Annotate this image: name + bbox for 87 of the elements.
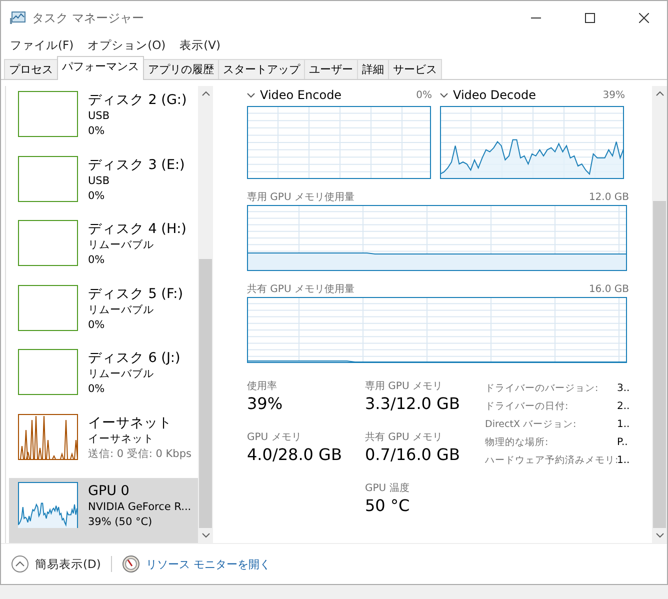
- sidebar-item[interactable]: イーサネット イーサネット 送信: 0 受信: 0 Kbps: [6, 414, 198, 478]
- tab[interactable]: サービス: [388, 59, 442, 79]
- gpu-graph-icon: [18, 482, 78, 528]
- item-value: 0%: [88, 188, 106, 204]
- scroll-down-icon[interactable]: [656, 533, 664, 538]
- stat-value: 39%: [247, 393, 283, 415]
- collapse-icon: [11, 555, 29, 573]
- chevron-icon[interactable]: [440, 92, 448, 98]
- stat-value: 0.7/16.0 GB: [365, 444, 460, 466]
- item-value: 39% (50 °C): [88, 515, 154, 530]
- item-title: GPU 0: [88, 482, 130, 500]
- sidebar-item[interactable]: ディスク 4 (H:) リムーバブル 0%: [6, 220, 198, 285]
- fewer-details-button[interactable]: 簡易表示(D): [11, 555, 101, 573]
- graph-max: 16.0 GB: [588, 284, 629, 294]
- engine-label[interactable]: Video Encode: [260, 88, 342, 102]
- stat-label: 共有 GPU メモリ: [365, 430, 442, 444]
- scroll-down-icon[interactable]: [202, 533, 210, 538]
- scrollbar[interactable]: [652, 86, 667, 543]
- chevron-icon[interactable]: [247, 92, 255, 98]
- item-title: ディスク 5 (F:): [88, 284, 183, 303]
- item-title: イーサネット: [88, 414, 173, 432]
- stat-label: 専用 GPU メモリ: [365, 380, 442, 393]
- sidebar-item[interactable]: GPU 0 NVIDIA GeForce R... 39% (50 °C): [9, 478, 198, 543]
- tab[interactable]: プロセス: [4, 59, 58, 79]
- item-value: 0%: [88, 382, 106, 398]
- detail-label: ドライバーのバージョン:: [485, 382, 600, 394]
- disk-graph-icon: [18, 349, 78, 396]
- detail-label: DirectX バージョン:: [485, 418, 578, 430]
- detail-label: 物理的な場所:: [485, 436, 550, 448]
- tab[interactable]: 詳細: [357, 59, 389, 79]
- item-title: ディスク 2 (G:): [88, 91, 187, 109]
- sidebar-item[interactable]: ディスク 2 (G:) USB 0%: [6, 91, 198, 156]
- engine-value: 0%: [416, 90, 432, 100]
- item-title: ディスク 4 (H:): [88, 220, 186, 238]
- disk-graph-icon: [18, 284, 78, 331]
- detail-value: 2..: [617, 400, 630, 412]
- item-title: ディスク 6 (J:): [88, 349, 180, 368]
- window-title: タスク マネージャー: [32, 10, 144, 26]
- item-value: 0%: [88, 124, 106, 139]
- detail-label: ハードウェア予約済みメモリ:: [485, 454, 617, 466]
- item-subtitle: USB: [88, 174, 111, 189]
- disk-graph-icon: [18, 220, 78, 266]
- item-value: 送信: 0 受信: 0 Kbps: [88, 446, 192, 462]
- tab[interactable]: スタートアップ: [218, 59, 305, 79]
- tab[interactable]: パフォーマンス: [57, 56, 144, 80]
- item-subtitle: イーサネット: [88, 432, 155, 447]
- scroll-up-icon[interactable]: [202, 91, 210, 96]
- item-subtitle: NVIDIA GeForce R...: [88, 500, 192, 516]
- item-subtitle: USB: [88, 109, 111, 124]
- item-value: 0%: [88, 253, 106, 268]
- tab[interactable]: ユーザー: [304, 59, 358, 79]
- stat-label: GPU 温度: [365, 482, 410, 495]
- disk-graph-icon: [18, 91, 78, 137]
- menu-item[interactable]: オプション(O): [88, 38, 166, 52]
- stat-value: 3.3/12.0 GB: [365, 393, 460, 415]
- resource-monitor-link[interactable]: リソース モニターを開く: [146, 556, 270, 572]
- tab[interactable]: アプリの履歴: [143, 59, 219, 79]
- item-subtitle: リムーバブル: [88, 302, 155, 318]
- network-graph-icon: [18, 414, 78, 460]
- detail-label: ドライバーの日付:: [485, 400, 570, 412]
- item-title: ディスク 3 (E:): [88, 156, 185, 174]
- sidebar-item[interactable]: ディスク 5 (F:) リムーバブル 0%: [6, 284, 198, 350]
- scroll-up-icon[interactable]: [656, 91, 664, 96]
- graph-max: 12.0 GB: [588, 192, 629, 202]
- item-subtitle: リムーバブル: [88, 367, 155, 382]
- app-icon: [10, 11, 26, 25]
- item-value: 0%: [88, 318, 106, 333]
- stat-label: GPU メモリ: [247, 431, 302, 444]
- graph-label: 専用 GPU メモリ使用量: [247, 190, 354, 204]
- stat-value: 4.0/28.0 GB: [247, 444, 342, 466]
- stat-value: 50 °C: [365, 495, 410, 517]
- detail-value: 1..: [617, 418, 630, 430]
- detail-value: 1..: [617, 454, 630, 466]
- disk-graph-icon: [18, 156, 78, 202]
- sidebar-item[interactable]: ディスク 6 (J:) リムーバブル 0%: [6, 349, 198, 414]
- detail-value: P..: [617, 436, 628, 448]
- item-subtitle: リムーバブル: [88, 238, 155, 254]
- engine-label[interactable]: Video Decode: [453, 88, 536, 102]
- scrollbar[interactable]: [198, 86, 213, 543]
- gauge-icon: [122, 555, 140, 573]
- sidebar-item[interactable]: ディスク 3 (E:) USB 0%: [6, 156, 198, 220]
- menu-item[interactable]: ファイル(F): [10, 38, 74, 52]
- graph-label: 共有 GPU メモリ使用量: [247, 282, 354, 296]
- menu-item[interactable]: 表示(V): [180, 38, 220, 52]
- engine-value: 39%: [602, 90, 625, 100]
- detail-value: 3..: [617, 382, 630, 394]
- stat-label: 使用率: [247, 380, 277, 393]
